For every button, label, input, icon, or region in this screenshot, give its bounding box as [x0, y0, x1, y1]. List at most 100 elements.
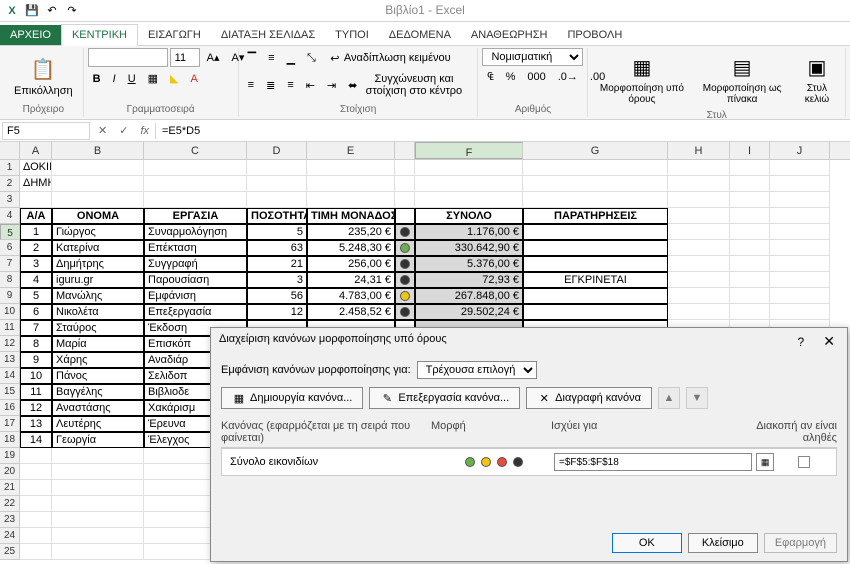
- cell[interactable]: 2.458,52 €: [307, 304, 395, 320]
- cell[interactable]: [523, 256, 668, 272]
- format-as-table-button[interactable]: ▤Μορφοποίηση ως πίνακα: [693, 48, 791, 108]
- row-header[interactable]: 7: [0, 256, 20, 272]
- cell[interactable]: [395, 224, 415, 240]
- cell[interactable]: 267.848,00 €: [415, 288, 523, 304]
- cell[interactable]: ΠΑΡΑΤΗΡΗΣΕΙΣ: [523, 208, 668, 224]
- cell[interactable]: 21: [247, 256, 307, 272]
- row-header[interactable]: 24: [0, 528, 20, 544]
- tab-insert[interactable]: ΕΙΣΑΓΩΓΗ: [138, 25, 211, 45]
- cell[interactable]: [523, 240, 668, 256]
- row-header[interactable]: 12: [0, 336, 20, 352]
- cell[interactable]: [415, 192, 523, 208]
- col-header-I[interactable]: I: [730, 142, 770, 159]
- cell[interactable]: 9: [20, 352, 52, 368]
- formula-input[interactable]: =E5*D5: [155, 123, 850, 139]
- col-header-B[interactable]: B: [52, 142, 144, 159]
- tab-file[interactable]: ΑΡΧΕΙΟ: [0, 25, 61, 45]
- cell[interactable]: Εμφάνιση: [144, 288, 247, 304]
- col-header-A[interactable]: A: [20, 142, 52, 159]
- currency-button[interactable]: ₠: [482, 68, 498, 86]
- cell[interactable]: [730, 224, 770, 240]
- align-right-button[interactable]: ≡: [282, 76, 298, 94]
- cell[interactable]: Δημήτρης: [52, 256, 144, 272]
- italic-button[interactable]: I: [108, 69, 121, 88]
- fx-icon[interactable]: fx: [134, 125, 155, 137]
- cell[interactable]: 29.502,24 €: [415, 304, 523, 320]
- cell[interactable]: [668, 176, 730, 192]
- row-header[interactable]: 4: [0, 208, 20, 224]
- cell[interactable]: 1.176,00 €: [415, 224, 523, 240]
- cell[interactable]: [247, 176, 307, 192]
- number-format-select[interactable]: Νομισματική: [482, 48, 583, 66]
- col-header-H[interactable]: H: [668, 142, 730, 159]
- cell[interactable]: ΔΗΜΗΤΡΗΣ - IGURU: [20, 176, 52, 192]
- row-header[interactable]: 11: [0, 320, 20, 336]
- col-header-icon[interactable]: [395, 142, 415, 159]
- undo-icon[interactable]: ↶: [44, 3, 60, 19]
- cell[interactable]: 63: [247, 240, 307, 256]
- cell[interactable]: [523, 224, 668, 240]
- col-header-G[interactable]: G: [523, 142, 668, 159]
- inc-decimal-button[interactable]: .0→: [553, 68, 583, 86]
- tab-formulas[interactable]: ΤΥΠΟΙ: [325, 25, 379, 45]
- cell[interactable]: [770, 224, 830, 240]
- delete-rule-button[interactable]: ✕Διαγραφή κανόνα: [526, 387, 652, 409]
- align-left-button[interactable]: ≡: [243, 76, 259, 94]
- fill-color-button[interactable]: ◣: [165, 69, 183, 88]
- cell[interactable]: 1: [20, 224, 52, 240]
- row-header[interactable]: 14: [0, 368, 20, 384]
- font-color-button[interactable]: A: [186, 69, 203, 88]
- cell[interactable]: [730, 304, 770, 320]
- cell[interactable]: [20, 496, 52, 512]
- cell[interactable]: [770, 304, 830, 320]
- row-header[interactable]: 23: [0, 512, 20, 528]
- cell[interactable]: Σταύρος: [52, 320, 144, 336]
- row-header[interactable]: 20: [0, 464, 20, 480]
- cell[interactable]: [668, 256, 730, 272]
- cell[interactable]: iguru.gr: [52, 272, 144, 288]
- cell[interactable]: 235,20 €: [307, 224, 395, 240]
- cell[interactable]: Συναρμολόγηση: [144, 224, 247, 240]
- col-header-F[interactable]: F: [415, 142, 523, 159]
- select-all-corner[interactable]: [0, 142, 20, 159]
- cell[interactable]: [730, 176, 770, 192]
- cell[interactable]: [668, 304, 730, 320]
- tab-view[interactable]: ΠΡΟΒΟΛΗ: [557, 25, 632, 45]
- stop-if-true-checkbox[interactable]: [798, 456, 810, 468]
- cell[interactable]: [144, 160, 247, 176]
- cell[interactable]: [307, 160, 395, 176]
- cell[interactable]: [52, 464, 144, 480]
- row-header[interactable]: 8: [0, 272, 20, 288]
- comma-button[interactable]: 000: [522, 68, 550, 86]
- cell[interactable]: [395, 176, 415, 192]
- cell[interactable]: [20, 192, 52, 208]
- cell[interactable]: Χάρης: [52, 352, 144, 368]
- row-header[interactable]: 1: [0, 160, 20, 176]
- paste-button[interactable]: 📋 Επικόλληση: [8, 48, 79, 102]
- cell[interactable]: [523, 304, 668, 320]
- tab-home[interactable]: ΚΕΝΤΡΙΚΗ: [61, 24, 138, 46]
- close-icon[interactable]: ✕: [819, 333, 839, 349]
- cell[interactable]: [668, 272, 730, 288]
- accept-formula-icon[interactable]: ✓: [113, 124, 134, 137]
- close-button[interactable]: Κλείσιμο: [688, 533, 758, 553]
- save-icon[interactable]: 💾: [24, 3, 40, 19]
- cell[interactable]: 5: [247, 224, 307, 240]
- cell[interactable]: [395, 256, 415, 272]
- cancel-formula-icon[interactable]: ✕: [92, 124, 113, 137]
- cell[interactable]: [247, 160, 307, 176]
- merge-center-button[interactable]: ⬌Συγχώνευση και στοίχιση στο κέντρο: [343, 70, 473, 100]
- row-header[interactable]: 15: [0, 384, 20, 400]
- cell[interactable]: [415, 176, 523, 192]
- cell[interactable]: [523, 160, 668, 176]
- cell[interactable]: A/A: [20, 208, 52, 224]
- move-rule-down-button[interactable]: ▼: [686, 387, 708, 409]
- align-bottom-button[interactable]: ▁: [282, 49, 300, 68]
- cell[interactable]: [770, 288, 830, 304]
- cell[interactable]: Επέκταση: [144, 240, 247, 256]
- cell[interactable]: [52, 496, 144, 512]
- cell[interactable]: 5: [20, 288, 52, 304]
- cell[interactable]: 4.783,00 €: [307, 288, 395, 304]
- cell[interactable]: [52, 544, 144, 560]
- col-header-C[interactable]: C: [144, 142, 247, 159]
